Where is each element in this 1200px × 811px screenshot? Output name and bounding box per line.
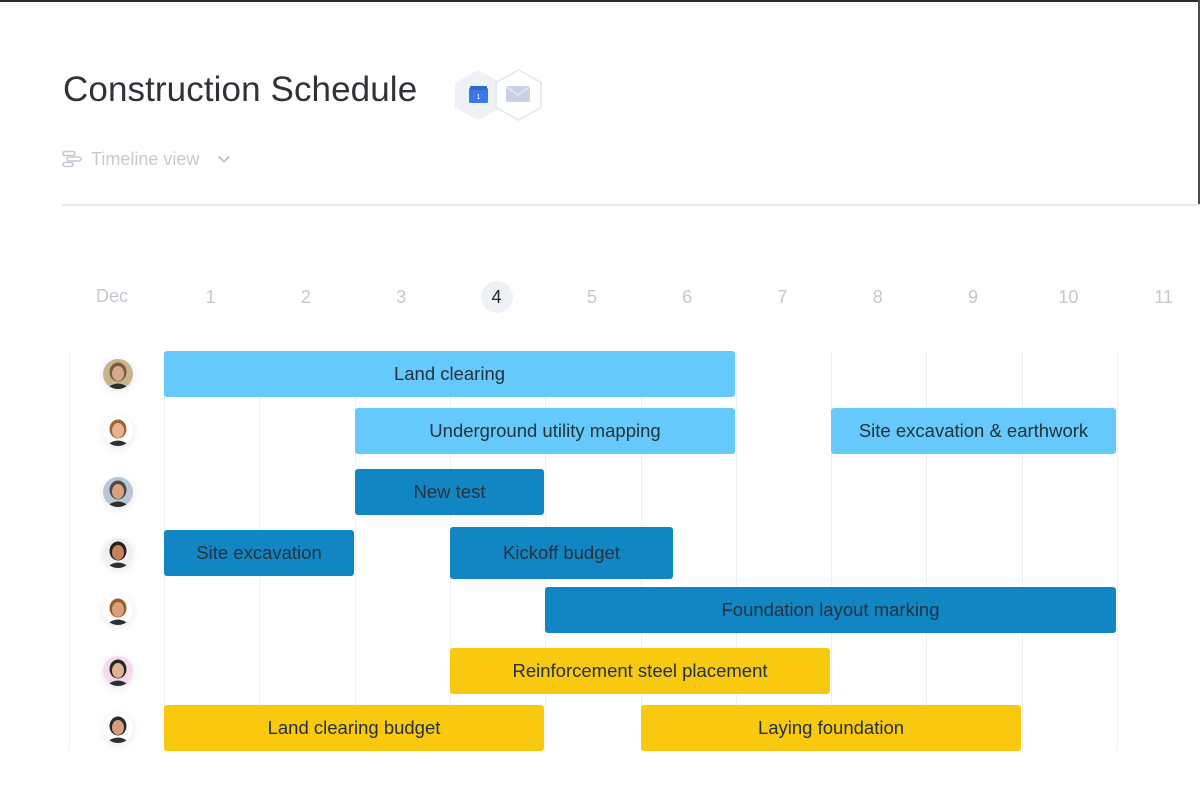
- task-bar[interactable]: Land clearing: [164, 351, 735, 397]
- grid-line: [1117, 352, 1118, 750]
- header-divider: [62, 204, 1200, 206]
- task-label: Kickoff budget: [503, 542, 620, 563]
- assignee-avatar[interactable]: [103, 538, 133, 568]
- task-label: Site excavation & earthwork: [858, 420, 1089, 441]
- assignee-avatar[interactable]: [103, 656, 133, 686]
- task-label: Reinforcement steel placement: [512, 660, 768, 681]
- day-label[interactable]: 10: [1048, 284, 1088, 310]
- day-label[interactable]: 6: [667, 284, 707, 310]
- person-icon: [103, 595, 133, 625]
- task-bar[interactable]: Reinforcement steel placement: [450, 648, 830, 694]
- day-label[interactable]: 8: [858, 284, 898, 310]
- day-label-today[interactable]: 4: [480, 281, 513, 313]
- person-icon: [103, 656, 133, 686]
- task-bar[interactable]: Underground utility mapping: [355, 408, 735, 454]
- task-bar[interactable]: Land clearing budget: [164, 705, 544, 751]
- person-icon: [103, 416, 133, 446]
- calendar-icon: 1: [469, 86, 488, 103]
- page-title: Construction Schedule: [63, 70, 418, 109]
- day-label[interactable]: 7: [762, 284, 802, 310]
- task-label: Foundation layout marking: [721, 599, 940, 620]
- day-label[interactable]: 1: [191, 284, 231, 310]
- day-label[interactable]: 9: [953, 284, 993, 310]
- task-label: Land clearing: [393, 363, 506, 384]
- task-label: Land clearing budget: [267, 717, 441, 738]
- month-label: Dec: [96, 286, 129, 306]
- assignee-avatar[interactable]: [103, 595, 133, 625]
- day-label[interactable]: 5: [572, 284, 612, 310]
- task-bar[interactable]: Kickoff budget: [450, 527, 673, 579]
- task-label: Underground utility mapping: [429, 420, 661, 441]
- person-icon: [103, 477, 133, 507]
- task-bar[interactable]: Site excavation & earthwork: [831, 408, 1116, 454]
- chevron-down-icon: [218, 155, 231, 163]
- timeline-icon: [62, 150, 82, 168]
- assignee-avatar[interactable]: [103, 477, 133, 507]
- day-label[interactable]: 3: [381, 284, 421, 310]
- person-icon: [103, 713, 133, 743]
- view-selector[interactable]: Timeline view: [62, 148, 231, 170]
- task-label: Site excavation: [196, 542, 322, 563]
- view-selector-label: Timeline view: [91, 148, 200, 169]
- person-icon: [103, 538, 133, 568]
- person-icon: [103, 359, 133, 389]
- assignee-avatar[interactable]: [103, 416, 133, 446]
- task-label: Laying foundation: [757, 717, 905, 738]
- timeline-left-rule: [69, 352, 70, 750]
- calendar-day-glyph: 1: [477, 94, 481, 101]
- mail-icon: [506, 86, 530, 102]
- assignee-avatar[interactable]: [103, 713, 133, 743]
- task-bar[interactable]: Site excavation: [164, 530, 354, 576]
- day-label[interactable]: 11: [1144, 284, 1184, 310]
- task-bar[interactable]: New test: [355, 469, 544, 515]
- task-bar[interactable]: Foundation layout marking: [545, 587, 1116, 633]
- task-bar[interactable]: Laying foundation: [641, 705, 1021, 751]
- task-label: New test: [413, 481, 486, 502]
- day-label[interactable]: 2: [286, 284, 326, 310]
- window-top-edge: [0, 0, 1200, 2]
- assignee-avatar[interactable]: [103, 359, 133, 389]
